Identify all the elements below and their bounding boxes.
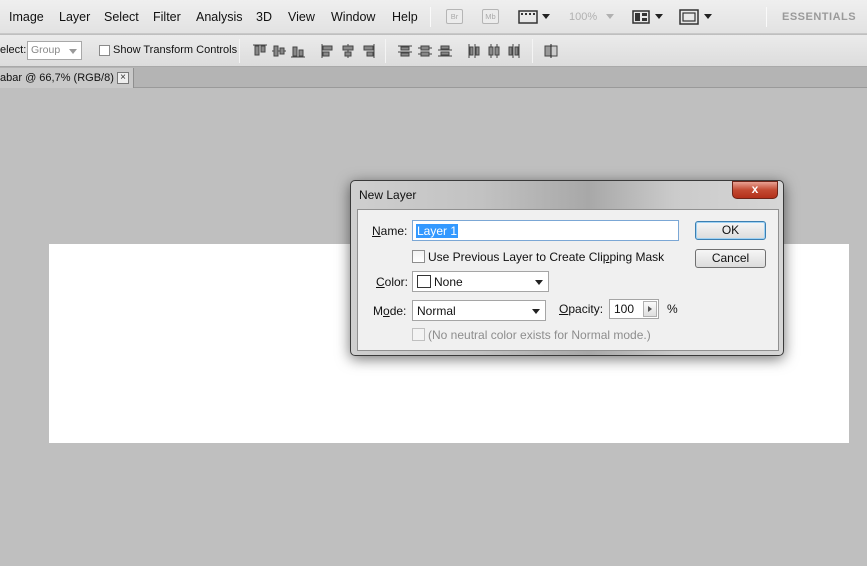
document-tab-title: abar @ 66,7% (RGB/8) (0, 72, 114, 84)
opacity-value: 100 (614, 302, 635, 316)
auto-select-dropdown[interactable]: Group (27, 41, 82, 60)
name-label: Name: (372, 224, 408, 238)
color-value: None (434, 275, 463, 289)
menu-separator (766, 7, 767, 27)
show-transform-checkbox[interactable] (99, 45, 110, 56)
opacity-unit: % (667, 302, 678, 316)
extras-dropdown[interactable] (518, 9, 552, 25)
dialog-body: Name: Layer 1 OK Cancel Use Previous Lay… (357, 209, 779, 351)
chevron-down-icon (704, 14, 712, 19)
neutral-color-checkbox[interactable] (412, 328, 425, 341)
color-swatch-icon (417, 275, 431, 288)
distribute-bottom-icon[interactable] (437, 43, 453, 59)
menu-help[interactable]: Help (392, 10, 418, 24)
align-right-icon[interactable] (360, 43, 376, 59)
opacity-slider-toggle[interactable] (643, 301, 657, 317)
chevron-down-icon (69, 49, 77, 54)
options-bar: elect: Group Show Transform Controls (0, 35, 867, 67)
menu-separator (430, 7, 431, 27)
auto-select-value: Group (31, 44, 61, 56)
auto-select-label: elect: (0, 44, 27, 56)
opacity-input[interactable]: 100 (609, 299, 659, 319)
minibridge-button[interactable]: Mb (482, 9, 499, 24)
clipping-mask-checkbox[interactable] (412, 250, 425, 263)
arrange-icon (632, 10, 650, 24)
menu-bar: Image Layer Select Filter Analysis 3D Vi… (0, 0, 867, 34)
chevron-down-icon (542, 14, 550, 19)
auto-align-layers-icon[interactable] (543, 43, 559, 59)
document-tab[interactable]: abar @ 66,7% (RGB/8) × (0, 68, 134, 88)
screen-mode-dropdown[interactable] (679, 9, 713, 25)
align-horizontal-center-icon[interactable] (340, 43, 356, 59)
distribute-vertical-center-icon[interactable] (417, 43, 433, 59)
chevron-down-icon (532, 309, 540, 314)
align-vertical-center-icon[interactable] (271, 43, 287, 59)
options-separator (385, 39, 386, 63)
menu-analysis[interactable]: Analysis (196, 10, 243, 24)
film-icon (518, 10, 538, 24)
chevron-down-icon (535, 280, 543, 285)
options-separator (532, 39, 533, 63)
align-left-icon[interactable] (320, 43, 336, 59)
menu-filter[interactable]: Filter (153, 10, 181, 24)
mode-label: Mode: (373, 304, 407, 318)
menu-select[interactable]: Select (104, 10, 139, 24)
new-layer-dialog: New Layer x Name: Layer 1 OK Cancel Use … (350, 180, 784, 356)
menu-window[interactable]: Window (331, 10, 375, 24)
chevron-down-icon (606, 14, 614, 19)
distribute-left-icon[interactable] (466, 43, 482, 59)
mode-value: Normal (417, 304, 456, 318)
screen-mode-icon (679, 9, 699, 25)
layer-name-input[interactable]: Layer 1 (412, 220, 679, 241)
color-label: Color: (376, 275, 409, 289)
opacity-label: Opacity: (559, 302, 604, 316)
cancel-button[interactable]: Cancel (695, 249, 766, 268)
document-tab-bar: abar @ 66,7% (RGB/8) × (0, 67, 867, 88)
close-button[interactable]: x (732, 181, 778, 199)
menu-view[interactable]: View (288, 10, 315, 24)
distribute-right-icon[interactable] (506, 43, 522, 59)
mode-dropdown[interactable]: Normal (412, 300, 546, 321)
arrange-documents-dropdown[interactable] (632, 9, 664, 25)
clipping-mask-label: Use Previous Layer to Create Clipping Ma… (428, 250, 665, 264)
ok-button[interactable]: OK (695, 221, 766, 240)
menu-image[interactable]: Image (9, 10, 44, 24)
dialog-title: New Layer (359, 188, 417, 202)
chevron-down-icon (655, 14, 663, 19)
menu-3d[interactable]: 3D (256, 10, 272, 24)
close-icon: x (751, 182, 759, 196)
show-transform-label: Show Transform Controls (113, 44, 238, 56)
bridge-button[interactable]: Br (446, 9, 463, 24)
neutral-color-label: (No neutral color exists for Normal mode… (428, 328, 651, 342)
align-top-icon[interactable] (252, 43, 268, 59)
distribute-horizontal-center-icon[interactable] (486, 43, 502, 59)
color-dropdown[interactable]: None (412, 271, 549, 292)
options-separator (239, 39, 240, 63)
align-bottom-icon[interactable] (290, 43, 306, 59)
zoom-level[interactable]: 100% (569, 11, 597, 23)
distribute-top-icon[interactable] (397, 43, 413, 59)
close-icon[interactable]: × (117, 72, 129, 84)
menu-layer[interactable]: Layer (59, 10, 90, 24)
workspace-switcher[interactable]: ESSENTIALS (782, 11, 856, 23)
layer-name-value: Layer 1 (416, 224, 459, 238)
